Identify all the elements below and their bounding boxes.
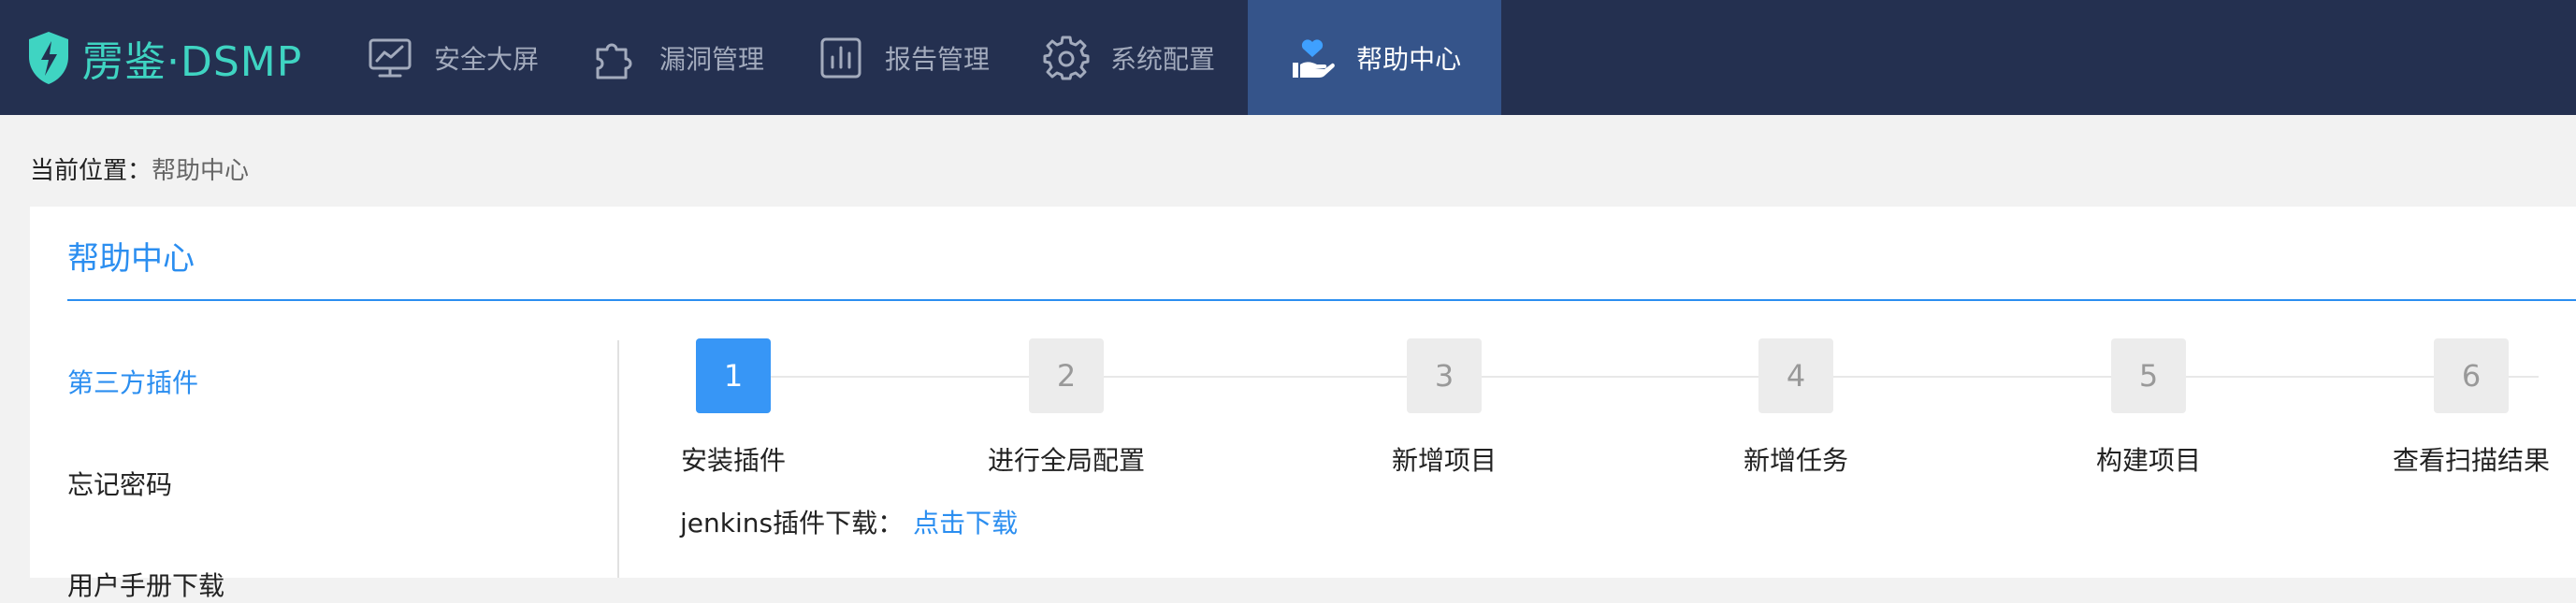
steps-bar: 1 安装插件 2 进行全局配置 3 新增项目 4 新增任务 5 构建项目 6 查… — [647, 337, 2576, 478]
step-label: 查看扫描结果 — [2392, 445, 2550, 476]
step-number[interactable]: 4 — [1758, 338, 1833, 413]
nav-label: 系统配置 — [1110, 43, 1216, 75]
menu-item-user-manual-download[interactable]: 用户手册下载 — [67, 566, 224, 603]
nav-label: 安全大屏 — [434, 43, 540, 75]
help-center-card: 帮助中心 第三方插件 忘记密码 用户手册下载 1 安装插件 2 进行全局配置 3… — [30, 207, 2576, 601]
steps-connector-line — [733, 376, 2539, 378]
plugin-download-row: jenkins插件下载： 点击下载 — [680, 503, 1018, 540]
gear-icon — [1043, 35, 1090, 81]
step-label: 进行全局配置 — [987, 445, 1145, 476]
help-side-menu: 第三方插件 忘记密码 用户手册下载 — [67, 340, 619, 601]
help-hand-icon — [1289, 35, 1336, 81]
bar-chart-icon — [818, 35, 864, 81]
breadcrumb: 当前位置：帮助中心 — [30, 151, 249, 186]
nav-label: 报告管理 — [885, 43, 991, 75]
brand-name: 雳鉴·DSMP — [82, 38, 303, 86]
step-label: 构建项目 — [2095, 445, 2201, 476]
step-number[interactable]: 1 — [696, 338, 771, 413]
nav-item-vulnerability-management[interactable]: 漏洞管理 — [572, 0, 797, 115]
breadcrumb-current: 帮助中心 — [152, 157, 250, 185]
menu-item-third-party-plugins[interactable]: 第三方插件 — [67, 363, 198, 400]
puzzle-icon — [592, 35, 639, 81]
breadcrumb-label: 当前位置： — [30, 157, 152, 185]
page-title: 帮助中心 — [67, 240, 195, 278]
menu-item-forgot-password[interactable]: 忘记密码 — [67, 465, 172, 502]
step-label: 新增任务 — [1743, 445, 1848, 476]
nav-label: 漏洞管理 — [659, 43, 765, 75]
download-link[interactable]: 点击下载 — [913, 508, 1018, 538]
title-divider — [67, 299, 2576, 301]
nav-item-security-dashboard[interactable]: 安全大屏 — [346, 0, 572, 115]
download-label: jenkins插件下载： — [680, 508, 904, 538]
top-navigation-bar: 雳鉴·DSMP 安全大屏 漏洞管理 报告管理 系统配置 帮助中心 — [0, 0, 2576, 115]
brand-logo[interactable]: 雳鉴·DSMP — [26, 28, 302, 88]
monitor-chart-icon — [367, 35, 413, 81]
step-label: 新增项目 — [1391, 445, 1497, 476]
nav-item-help-center[interactable]: 帮助中心 — [1248, 0, 1502, 115]
step-number[interactable]: 5 — [2111, 338, 2186, 413]
nav-item-system-config[interactable]: 系统配置 — [1022, 0, 1248, 115]
step-label: 安装插件 — [680, 445, 786, 476]
nav-item-report-management[interactable]: 报告管理 — [797, 0, 1022, 115]
main-nav: 安全大屏 漏洞管理 报告管理 系统配置 帮助中心 — [346, 0, 1502, 115]
shield-bolt-icon — [29, 32, 68, 84]
step-number[interactable]: 2 — [1029, 338, 1104, 413]
nav-label: 帮助中心 — [1356, 43, 1462, 75]
step-number[interactable]: 6 — [2434, 338, 2509, 413]
step-number[interactable]: 3 — [1407, 338, 1482, 413]
